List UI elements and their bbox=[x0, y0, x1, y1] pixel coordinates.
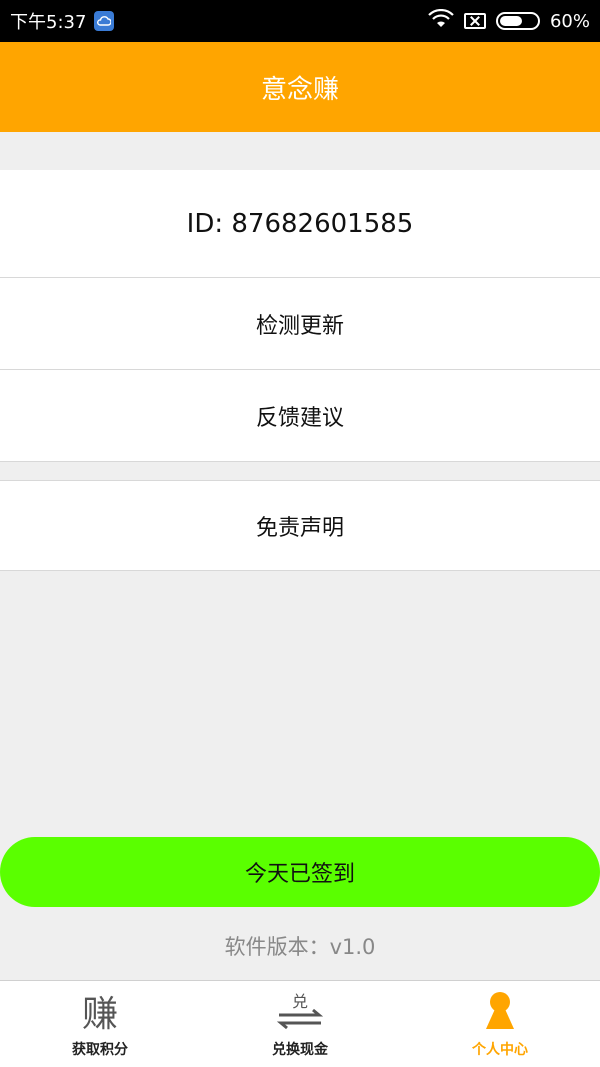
version-text: 软件版本：v1.0 bbox=[0, 926, 600, 966]
nav-label-exchange: 兑换现金 bbox=[272, 1042, 328, 1058]
signin-label: 今天已签到 bbox=[244, 862, 355, 887]
nav-item-earn[interactable]: 赚 获取积分 bbox=[0, 981, 200, 1067]
battery-percent: 60% bbox=[549, 10, 590, 32]
check-update-label: 检测更新 bbox=[255, 313, 344, 339]
battery-fill bbox=[499, 16, 522, 26]
disclaimer-button[interactable]: 免责声明 bbox=[0, 480, 600, 571]
cloud-icon bbox=[94, 11, 115, 31]
signin-button[interactable]: 今天已签到 bbox=[0, 837, 600, 907]
person-icon bbox=[483, 987, 517, 1035]
status-right: 60% bbox=[428, 8, 590, 34]
page-title: 意念赚 bbox=[260, 74, 339, 105]
nav-label-profile: 个人中心 bbox=[472, 1042, 528, 1058]
exchange-icon: 兑 bbox=[275, 987, 325, 1035]
nav-item-exchange[interactable]: 兑 兑换现金 bbox=[200, 981, 400, 1067]
user-id-row: ID: 87682601585 bbox=[0, 170, 600, 278]
status-left: 下午5:37 bbox=[10, 8, 115, 34]
check-update-button[interactable]: 检测更新 bbox=[0, 278, 600, 370]
bottom-nav: 赚 获取积分 兑 兑换现金 个人中心 bbox=[0, 980, 600, 1067]
disclaimer-label: 免责声明 bbox=[255, 515, 344, 541]
nav-label-earn: 获取积分 bbox=[72, 1042, 128, 1058]
svg-text:兑: 兑 bbox=[292, 992, 308, 1011]
earn-icon: 赚 bbox=[81, 994, 118, 1035]
app-header: 意念赚 bbox=[0, 42, 600, 132]
nav-item-profile[interactable]: 个人中心 bbox=[400, 981, 600, 1067]
wifi-icon bbox=[428, 8, 454, 34]
version-label: 软件版本：v1.0 bbox=[224, 935, 376, 959]
no-sim-icon bbox=[463, 13, 486, 29]
status-bar: 下午5:37 60% bbox=[0, 0, 600, 42]
user-id-text: ID: 87682601585 bbox=[186, 208, 414, 239]
status-time: 下午5:37 bbox=[10, 12, 87, 33]
feedback-button[interactable]: 反馈建议 bbox=[0, 370, 600, 462]
battery-icon bbox=[495, 12, 540, 30]
feedback-label: 反馈建议 bbox=[255, 405, 344, 431]
